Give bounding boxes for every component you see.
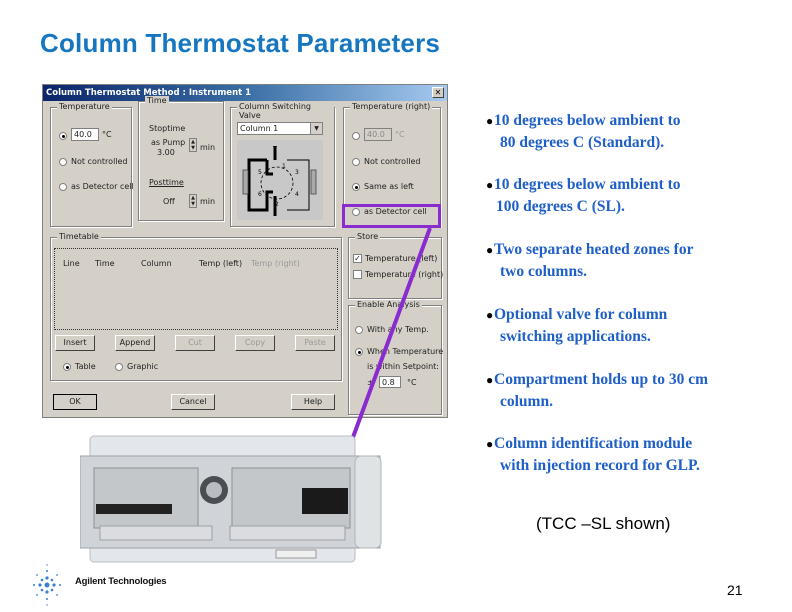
image-caption: (TCC –SL shown) (536, 514, 671, 533)
bullet-line: Column identification module (494, 435, 693, 452)
bullet-item: ● 10 degrees below ambient to 80 degrees… (486, 110, 774, 154)
bullet-item: ● Column identification module with inje… (486, 433, 774, 477)
bullet-dot-icon: ● (486, 178, 494, 192)
page-number: 21 (727, 582, 743, 598)
bullet-line: column. (500, 393, 553, 410)
bullet-dot-icon: ● (486, 308, 494, 322)
tcc-instrument-image (80, 435, 382, 563)
bullet-line: with injection record for GLP. (500, 457, 700, 474)
bullet-item: ● Optional valve for column switching ap… (486, 304, 774, 348)
bullet-dot-icon: ● (486, 114, 494, 128)
bullet-line: 10 degrees below ambient to (494, 176, 681, 193)
bullet-dot-icon: ● (486, 243, 494, 257)
bullet-line: 80 degrees C (Standard). (500, 134, 665, 151)
company-logo-text: Agilent Technologies (75, 576, 167, 587)
bullet-item: ● Compartment holds up to 30 cm column. (486, 369, 774, 413)
bullet-dot-icon: ● (486, 437, 494, 451)
bullet-item: ● Two separate heated zones for two colu… (486, 239, 774, 283)
bullet-line: Compartment holds up to 30 cm (494, 371, 708, 388)
bullet-line: 10 degrees below ambient to (494, 112, 681, 129)
bullet-line: Optional valve for column (494, 306, 668, 323)
bullet-dot-icon: ● (486, 373, 494, 387)
bullet-line: two columns. (500, 263, 587, 280)
bullet-line: Two separate heated zones for (494, 241, 694, 258)
bullet-line: 100 degrees C (SL). (496, 198, 625, 215)
bullet-item: ● 10 degrees below ambient to 100 degree… (486, 174, 774, 218)
bullet-line: switching applications. (500, 328, 651, 345)
